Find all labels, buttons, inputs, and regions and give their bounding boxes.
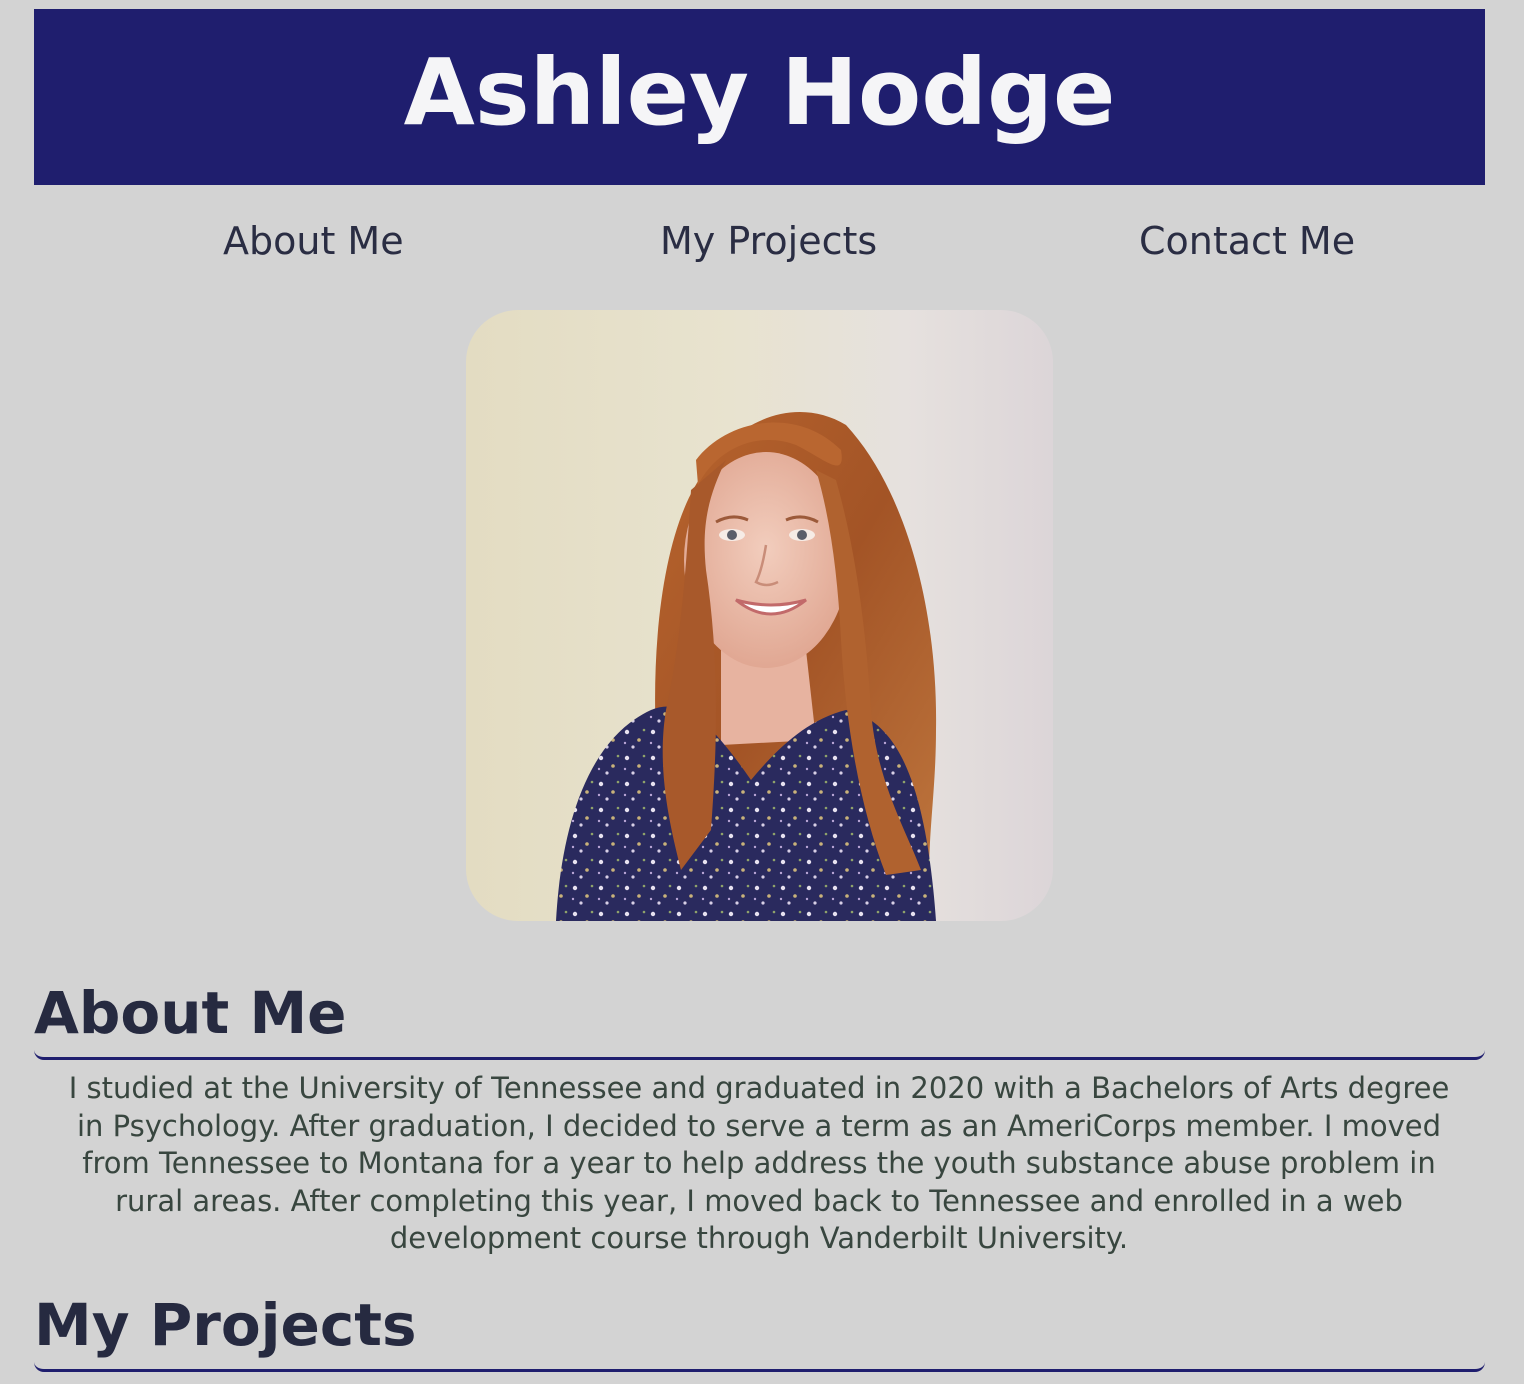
about-me-paragraph: I studied at the University of Tennessee… [68,1071,1450,1255]
profile-photo-illustration [556,412,937,921]
my-projects-divider [34,1362,1485,1372]
nav-link-contact-me[interactable]: Contact Me [1139,216,1355,266]
site-title: Ashley Hodge [403,39,1116,146]
main-navigation: About Me My Projects Contact Me [0,216,1524,266]
header-banner: Ashley Hodge [34,9,1485,185]
nav-link-about-me[interactable]: About Me [223,216,404,266]
about-me-heading: About Me [34,979,347,1047]
profile-photo [466,310,1053,921]
nav-link-my-projects[interactable]: My Projects [660,216,877,266]
about-me-divider [34,1050,1485,1060]
portfolio-page: Ashley Hodge About Me My Projects Contac… [0,0,1524,1384]
my-projects-heading: My Projects [34,1291,417,1359]
